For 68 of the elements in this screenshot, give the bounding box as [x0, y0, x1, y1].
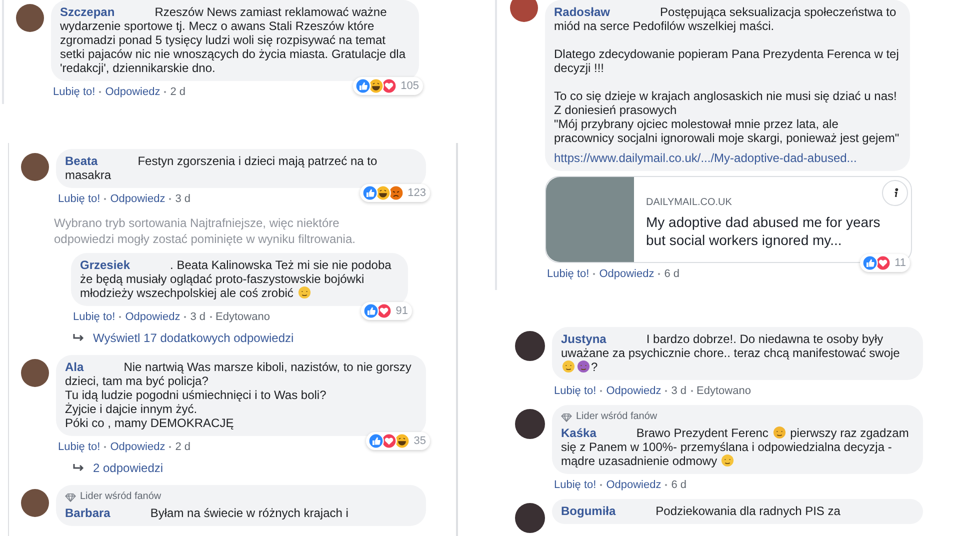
filter-notice: Wybrano tryb sortowania Najtrafniejsze, więc niektóre odpowiedzi mogły zostać pominięte w wyniku filtrowania.: [54, 215, 356, 247]
comment-text: Justyna I bardzo dobrze!. Do niedawna te osoby były uważane za psychicznie chore.. teraz chcą manifestować swoje ?: [561, 332, 901, 374]
avatar[interactable]: [510, 0, 538, 22]
comment-text: Bogumiła Podziekowania dla radnych PIS za: [561, 504, 842, 518]
timestamp: 3 d: [190, 311, 206, 323]
edited-label: Edytowano: [696, 385, 751, 397]
avatar[interactable]: [21, 153, 49, 181]
timestamp: 2 d: [170, 86, 186, 98]
author-name[interactable]: Ala: [65, 360, 84, 374]
like-link[interactable]: Lubię to!: [547, 268, 590, 280]
author-name[interactable]: Bogumiła: [561, 504, 616, 518]
like-link[interactable]: Lubię to!: [73, 311, 116, 323]
link-domain: DAILYMAIL.CO.UK: [646, 197, 733, 208]
badge-label: Lider wśród fanów: [576, 410, 658, 424]
avatar[interactable]: [16, 4, 44, 32]
diamond-icon: [561, 412, 572, 422]
like-link[interactable]: Lubię to!: [58, 441, 100, 453]
view-replies-link[interactable]: 2 odpowiedzi: [93, 461, 164, 475]
link-title: My adoptive dad abused me for years but social workers ignored my...: [646, 213, 882, 249]
author-name[interactable]: Justyna: [561, 332, 606, 346]
comment-text: Barbara Byłam na świecie w różnych krajach i: [65, 506, 350, 520]
badge-label: Lider wśród fanów: [80, 490, 162, 504]
author-name[interactable]: Kaśka: [561, 426, 596, 440]
comment-text: Radosław Postępująca seksualizacja społeczeństwa to miód na serce Pedofilów wszelkiej maści. Dlatego zdecydowanie popieram Pana Prezydenta Ferenca w tej decyzji !!! To co się dzieje w krajach anglosaskich nie musi się dziać u nas! Z doniesień prasowych "Mój przybrany ojciec molestował mnie przez lata, ale pracownicy socjalni ignorowali moje skargi, ponieważ jest gejem": [554, 5, 900, 145]
like-link[interactable]: Lubię to!: [53, 86, 96, 98]
author-name[interactable]: Beata: [65, 154, 98, 168]
reply-link[interactable]: Odpowiedz: [606, 385, 662, 397]
like-link[interactable]: Lubię to!: [554, 479, 596, 491]
timestamp: 6 d: [671, 479, 687, 491]
avatar[interactable]: [21, 359, 49, 387]
reply-arrow-icon: [73, 333, 85, 343]
thumbs-up-icon: [368, 433, 384, 449]
avatar[interactable]: [515, 503, 545, 533]
reply-link[interactable]: Odpowiedz: [105, 86, 160, 98]
view-replies-link[interactable]: Wyświetl 17 dodatkowych odpowiedzi: [93, 331, 294, 345]
comment-text: Szczepan Rzeszów News zamiast reklamować ważne wydarzenie sportowe tj. Mecz o awans Stali Rzeszów które zgromadzi ponad 5 tysięcy ludzi woli się rozpisywać na temat setki pajaców nic nie wnoszących do życia miasta. Gratulacje dla 'redakcji', dziennikarskie dno.: [60, 5, 406, 75]
comment-text: Kaśka Brawo Prezydent Ferenc pierwszy raz zgadzam się z Panem w 100%- przemyślana i odpowiedzialna decyzja - mądre uzasadnienie odmowy: [561, 426, 910, 468]
thumbs-up-icon: [354, 78, 371, 94]
timestamp: 2 d: [175, 441, 191, 453]
info-button[interactable]: [882, 180, 908, 206]
link-url[interactable]: https://www.dailymail.co.uk/.../My-adoptive-dad-abused...: [554, 151, 900, 165]
author-name[interactable]: Barbara: [65, 506, 110, 520]
thumbs-up-icon: [362, 303, 379, 319]
thumbs-up-icon: [862, 255, 878, 271]
author-name[interactable]: Grzesiek: [80, 258, 130, 272]
thumbs-up-icon: [362, 185, 378, 201]
avatar[interactable]: [21, 489, 49, 517]
comment-text: Beata Festyn zgorszenia i dzieci mają patrzeć na to masakra: [65, 154, 378, 182]
timestamp: 3 d: [671, 385, 687, 397]
comment-text: Grzesiek . Beata Kalinowska Też mi sie nie podoba że będą musiały oglądać proto-faszystowskie bojówki młodzieży wszechpolskiej ale coś zrobić: [80, 258, 392, 300]
avatar[interactable]: [515, 409, 545, 439]
reply-link[interactable]: Odpowiedz: [125, 311, 180, 323]
timestamp: 3 d: [175, 193, 191, 205]
edited-label: Edytowano: [216, 311, 270, 323]
comment-text: Ala Nie nartwią Was marsze kiboli, nazistów, to nie gorszy dzieci, tam ma być policja? Tu idą ludzie pogodni uśmiechnięci i to Was boli? Żyjcie i dajcie innym żyć. Póki co , mamy DEMOKRACJĘ: [65, 360, 412, 430]
diamond-icon: [65, 492, 76, 502]
author-name[interactable]: Radosław: [554, 5, 610, 19]
reply-arrow-icon: [73, 463, 85, 473]
author-name[interactable]: Szczepan: [60, 5, 115, 19]
reply-link[interactable]: Odpowiedz: [599, 268, 654, 280]
reply-link[interactable]: Odpowiedz: [606, 479, 662, 491]
like-link[interactable]: Lubię to!: [58, 193, 100, 205]
reply-link[interactable]: Odpowiedz: [110, 441, 166, 453]
like-link[interactable]: Lubię to!: [554, 385, 596, 397]
avatar[interactable]: [515, 331, 545, 361]
reply-link[interactable]: Odpowiedz: [110, 193, 166, 205]
laughing-face-icon: [394, 433, 410, 449]
timestamp: 6 d: [664, 268, 680, 280]
